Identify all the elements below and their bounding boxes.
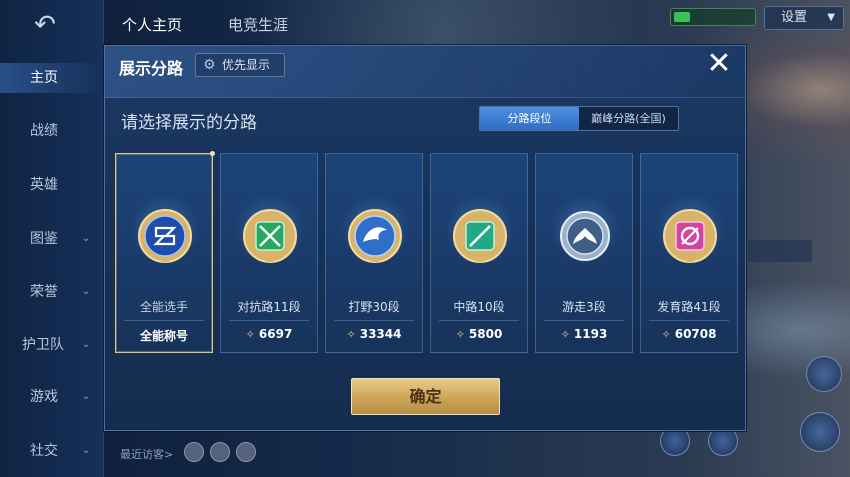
chevron-down-icon: ⌄	[82, 339, 91, 350]
lane-card-points: 6697	[258, 327, 293, 341]
segmented-control: 分路段位 巅峰分路(全国)	[479, 106, 679, 131]
tab-profile[interactable]: 个人主页	[122, 14, 182, 35]
lane-card-points: 1193	[573, 327, 608, 341]
confirm-button[interactable]: 确定	[351, 378, 500, 415]
divider	[124, 320, 204, 321]
divider	[229, 320, 309, 321]
nav-item-label: 英雄	[30, 177, 58, 193]
nav-item-guard-team[interactable]: 护卫队 ⌄	[0, 330, 104, 360]
lane-card-footer: ✧ 33344	[326, 327, 422, 341]
lane-card-name: 对抗路11段	[237, 300, 301, 314]
nav-item-heroes[interactable]: 英雄	[0, 170, 104, 200]
points-icon: ✧	[455, 328, 465, 341]
lane-card-footer: ✧ 5800	[431, 327, 527, 341]
divider	[439, 320, 519, 321]
jungle-emblem-icon	[348, 209, 402, 263]
nav-item-label: 游戏	[30, 389, 58, 405]
lane-card-name: 游走3段	[562, 300, 606, 314]
seg-lane-rank[interactable]: 分路段位	[480, 107, 579, 130]
chevron-down-icon: ⌄	[82, 233, 91, 244]
all-round-emblem-icon	[138, 209, 192, 263]
chevron-down-icon: ⌄	[82, 286, 91, 297]
lane-card-name: 打野30段	[348, 300, 400, 314]
roam-emblem-icon	[560, 211, 610, 261]
chevron-down-icon: ⌄	[82, 391, 91, 402]
lane-card-farm[interactable]: 发育路41段 ✧ 60708	[640, 153, 738, 353]
lane-card-roam[interactable]: 游走3段 ✧ 1193	[535, 153, 633, 353]
nav-item-label: 战绩	[30, 123, 58, 139]
lane-display-modal: 展示分路 ⚙ 优先显示 ✕ 请选择展示的分路 分路段位 巅峰分路(全国) 全能选…	[104, 45, 746, 431]
back-arrow-icon[interactable]: ↶	[20, 12, 70, 38]
points-icon: ✧	[560, 328, 570, 341]
lane-card-footer: ✧ 1193	[536, 327, 632, 341]
side-badge	[748, 240, 812, 262]
settings-button[interactable]: 设置 ▼	[764, 6, 844, 30]
tab-esports-career[interactable]: 电竞生涯	[228, 14, 288, 35]
priority-display-label: 优先显示	[222, 58, 271, 72]
nav-item-label: 社交	[30, 443, 58, 459]
clash-lane-emblem-icon	[243, 209, 297, 263]
nav-item-home[interactable]: 主页	[0, 63, 104, 93]
lane-card-mid[interactable]: 中路10段 ✧ 5800	[430, 153, 528, 353]
points-icon: ✧	[661, 328, 671, 341]
corner-marker	[210, 151, 215, 156]
nav-item-record[interactable]: 战绩	[0, 116, 104, 146]
recent-visitors-label[interactable]: 最近访客>	[120, 446, 173, 462]
lane-card-footer: ✧ 6697	[221, 327, 317, 341]
lane-card-points: 5800	[468, 327, 503, 341]
nav-item-label: 主页	[30, 70, 58, 86]
nav-item-label: 护卫队	[22, 337, 64, 353]
divider	[334, 320, 414, 321]
lane-card-points: 33344	[359, 327, 402, 341]
nav-item-label: 荣誉	[30, 284, 58, 300]
gear-icon: ⚙	[203, 57, 216, 73]
divider	[544, 320, 624, 321]
lane-card-jungle[interactable]: 打野30段 ✧ 33344	[325, 153, 423, 353]
status-chip	[670, 8, 756, 26]
side-round-button-lower[interactable]	[800, 412, 840, 452]
lane-card-name: 中路10段	[453, 300, 505, 314]
lane-card-name: 全能选手	[139, 300, 188, 314]
lane-card-name: 发育路41段	[657, 300, 721, 314]
battery-icon	[674, 12, 690, 22]
left-nav: ↶ 主页 战绩 英雄 图鉴 ⌄ 荣誉 ⌄ 护卫队 ⌄ 游戏 ⌄ 社交 ⌄	[0, 0, 104, 477]
lane-card-footer: 全能称号	[139, 329, 188, 343]
avatar[interactable]	[236, 442, 256, 462]
points-icon: ✧	[245, 328, 255, 341]
nav-item-codex[interactable]: 图鉴 ⌄	[0, 224, 104, 254]
lane-card-all-round[interactable]: 全能选手 全能称号	[115, 151, 215, 353]
top-tabs: 个人主页 电竞生涯	[104, 0, 664, 44]
seg-peak-lane[interactable]: 巅峰分路(全国)	[579, 107, 678, 130]
priority-display-button[interactable]: ⚙ 优先显示	[195, 53, 285, 77]
lane-card-clash[interactable]: 对抗路11段 ✧ 6697	[220, 153, 318, 353]
avatar[interactable]	[210, 442, 230, 462]
avatar[interactable]	[184, 442, 204, 462]
settings-label: 设置	[781, 10, 808, 25]
lane-card-footer: ✧ 60708	[641, 327, 737, 341]
nav-item-label: 图鉴	[30, 231, 58, 247]
chevron-down-icon: ▼	[827, 12, 835, 23]
points-icon: ✧	[346, 328, 356, 341]
nav-item-honor[interactable]: 荣誉 ⌄	[0, 277, 104, 307]
farm-lane-emblem-icon	[663, 209, 717, 263]
chevron-down-icon: ⌄	[82, 445, 91, 456]
nav-item-social[interactable]: 社交 ⌄	[0, 436, 104, 466]
bottom-bar: 最近访客>	[104, 432, 664, 477]
lane-card-points: 60708	[674, 327, 717, 341]
mid-lane-emblem-icon	[453, 209, 507, 263]
nav-item-games[interactable]: 游戏 ⌄	[0, 382, 104, 412]
modal-subtitle: 请选择展示的分路	[121, 113, 257, 133]
divider	[649, 320, 729, 321]
modal-title: 展示分路	[119, 59, 184, 78]
side-round-button-upper[interactable]	[806, 356, 842, 392]
modal-header: 展示分路 ⚙ 优先显示 ✕	[105, 46, 745, 98]
close-icon[interactable]: ✕	[703, 48, 735, 80]
